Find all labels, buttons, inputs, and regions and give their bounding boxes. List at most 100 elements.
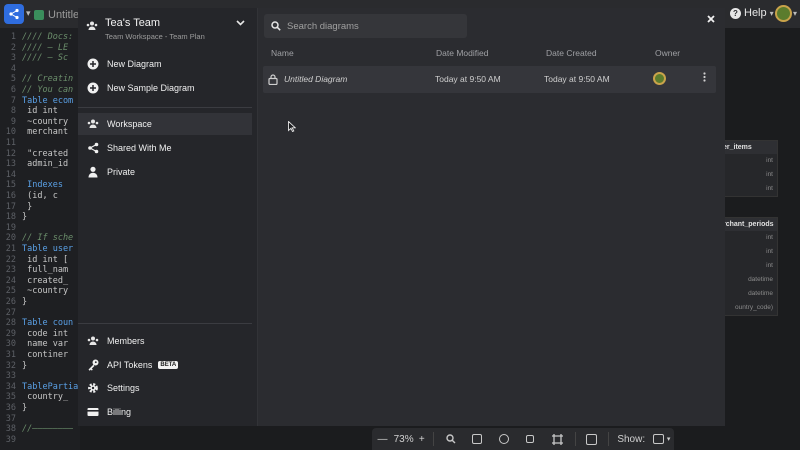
search-box[interactable] — [264, 14, 467, 38]
sidebar-item-private[interactable]: Private — [78, 161, 252, 183]
owner-avatar — [653, 72, 666, 85]
new-diagram-label: New Diagram — [107, 59, 162, 69]
search-icon — [271, 21, 281, 31]
code-text: Table ecom — [22, 95, 74, 106]
code-text: "created — [22, 148, 69, 159]
column-header-date-modified[interactable]: Date Modified — [436, 48, 488, 58]
sidebar-item-billing[interactable]: Billing — [78, 401, 252, 423]
help-label: Help — [744, 7, 767, 19]
key-icon — [87, 359, 99, 371]
fit-view-button[interactable] — [463, 428, 490, 450]
column-header-owner[interactable]: Owner — [655, 48, 680, 58]
plus-circle-icon — [87, 58, 99, 70]
diagram-date-modified: Today at 9:50 AM — [435, 74, 501, 84]
team-icon — [86, 21, 98, 30]
toolbar-divider — [574, 432, 576, 446]
close-modal-button[interactable] — [707, 14, 715, 26]
note-button[interactable] — [579, 428, 604, 450]
sidebar-item-settings[interactable]: Settings — [78, 377, 252, 399]
beta-badge: BETA — [158, 361, 179, 369]
code-text: TablePartia — [22, 381, 79, 392]
group-icon — [526, 435, 535, 443]
canvas-table[interactable]: er_items int int int — [720, 140, 778, 197]
code-line[interactable]: 39 — [0, 434, 80, 446]
diagram-name[interactable]: Untitled Diagram — [284, 74, 347, 84]
team-icon — [87, 335, 99, 347]
sidebar-item-label: Private — [107, 167, 136, 177]
sidebar-item-label: Settings — [107, 383, 140, 393]
auto-arrange-button[interactable] — [490, 428, 517, 450]
canvas-table-field: int — [766, 248, 773, 255]
sidebar-item-members[interactable]: Members — [78, 330, 252, 352]
show-label: Show: — [617, 433, 646, 445]
canvas-table-field: int — [766, 262, 773, 269]
app-root: ▾ Untitled ? Help ▾ ▾ 1//// Docs: 2//// —… — [0, 0, 800, 450]
sidebar-item-label: Shared With Me — [107, 143, 172, 153]
user-icon — [87, 166, 99, 178]
toolbar-divider — [608, 432, 610, 446]
code-text: id int — [22, 106, 58, 117]
zoom-in-button[interactable]: + — [414, 428, 429, 450]
lock-icon — [268, 74, 278, 85]
sidebar-divider — [78, 323, 252, 324]
column-header-name[interactable]: Name — [271, 48, 294, 58]
arrange-icon — [498, 434, 509, 444]
column-header-date-created[interactable]: Date Created — [546, 48, 597, 58]
sticky-note-icon — [586, 433, 598, 445]
code-text: ~country — [22, 116, 69, 127]
code-text: //// — Sc — [22, 53, 69, 64]
code-text: admin_id — [22, 159, 69, 170]
code-text: Table coun — [22, 318, 74, 329]
new-sample-diagram-label: New Sample Diagram — [107, 83, 195, 93]
search-canvas-button[interactable] — [438, 428, 463, 450]
table-row[interactable]: Untitled Diagram Today at 9:50 AM Today … — [263, 66, 716, 93]
code-text: //// Docs: — [22, 32, 74, 42]
leaf-icon — [34, 10, 44, 20]
canvas-table-field: datetime — [748, 276, 773, 283]
canvas-table-field: ountry_code) — [735, 304, 773, 311]
area-button[interactable] — [544, 428, 571, 450]
zoom-out-button[interactable]: — — [372, 428, 393, 450]
modal-sidebar: Tea's Team Team Workspace - Team Plan Ne… — [78, 8, 258, 426]
team-icon — [87, 118, 99, 130]
code-text: (id, c — [22, 191, 58, 201]
code-text: } — [22, 360, 28, 371]
close-icon — [707, 15, 715, 23]
sidebar-item-workspace[interactable]: Workspace — [78, 113, 252, 135]
show-options-button[interactable]: ▾ — [649, 428, 674, 450]
code-text: } — [22, 297, 28, 307]
sidebar-item-shared-with-me[interactable]: Shared With Me — [78, 137, 252, 159]
canvas-table-name: rchant_periods — [721, 218, 777, 231]
plus-circle-icon — [87, 82, 99, 94]
team-switcher[interactable]: Tea's Team Team Workspace - Team Plan — [78, 8, 258, 48]
code-text: //———————— — [22, 424, 74, 435]
frame-icon — [551, 433, 563, 445]
help-button[interactable]: ? Help ▾ — [730, 7, 774, 19]
zoom-value[interactable]: 73% — [393, 428, 414, 450]
code-text: country_ — [22, 392, 69, 403]
code-text: Table user — [22, 244, 74, 254]
user-avatar[interactable] — [775, 5, 792, 22]
new-sample-diagram-button[interactable]: New Sample Diagram — [78, 77, 252, 99]
app-logo-button[interactable] — [4, 4, 24, 24]
code-text: full_nam — [22, 265, 69, 276]
chevron-down-icon[interactable]: ▾ — [26, 8, 31, 19]
chevron-down-icon: ▾ — [769, 8, 774, 18]
chevron-down-icon[interactable]: ▾ — [793, 9, 797, 18]
search-input[interactable] — [287, 20, 457, 32]
sidebar-item-api-tokens[interactable]: API Tokens BETA — [78, 354, 252, 376]
canvas-table-field: int — [766, 234, 773, 241]
more-options-button[interactable] — [703, 72, 706, 85]
credit-card-icon — [87, 406, 99, 418]
code-text: // You can — [22, 85, 74, 95]
code-text: Indexes — [22, 180, 63, 191]
group-button[interactable] — [517, 428, 544, 450]
code-text: } — [22, 212, 28, 223]
share-nodes-icon — [9, 8, 19, 20]
code-text: ~country — [22, 286, 69, 297]
sidebar-item-label: Billing — [107, 407, 132, 417]
code-editor[interactable]: 1//// Docs: 2//// — LE 3//// — Sc 4 5// Crea… — [0, 28, 80, 450]
new-diagram-button[interactable]: New Diagram — [78, 53, 252, 75]
diagram-list-panel: Name Date Modified Date Created Owner Un… — [259, 8, 725, 426]
canvas-table[interactable]: rchant_periods int int int datetime datetime o… — [720, 217, 778, 316]
